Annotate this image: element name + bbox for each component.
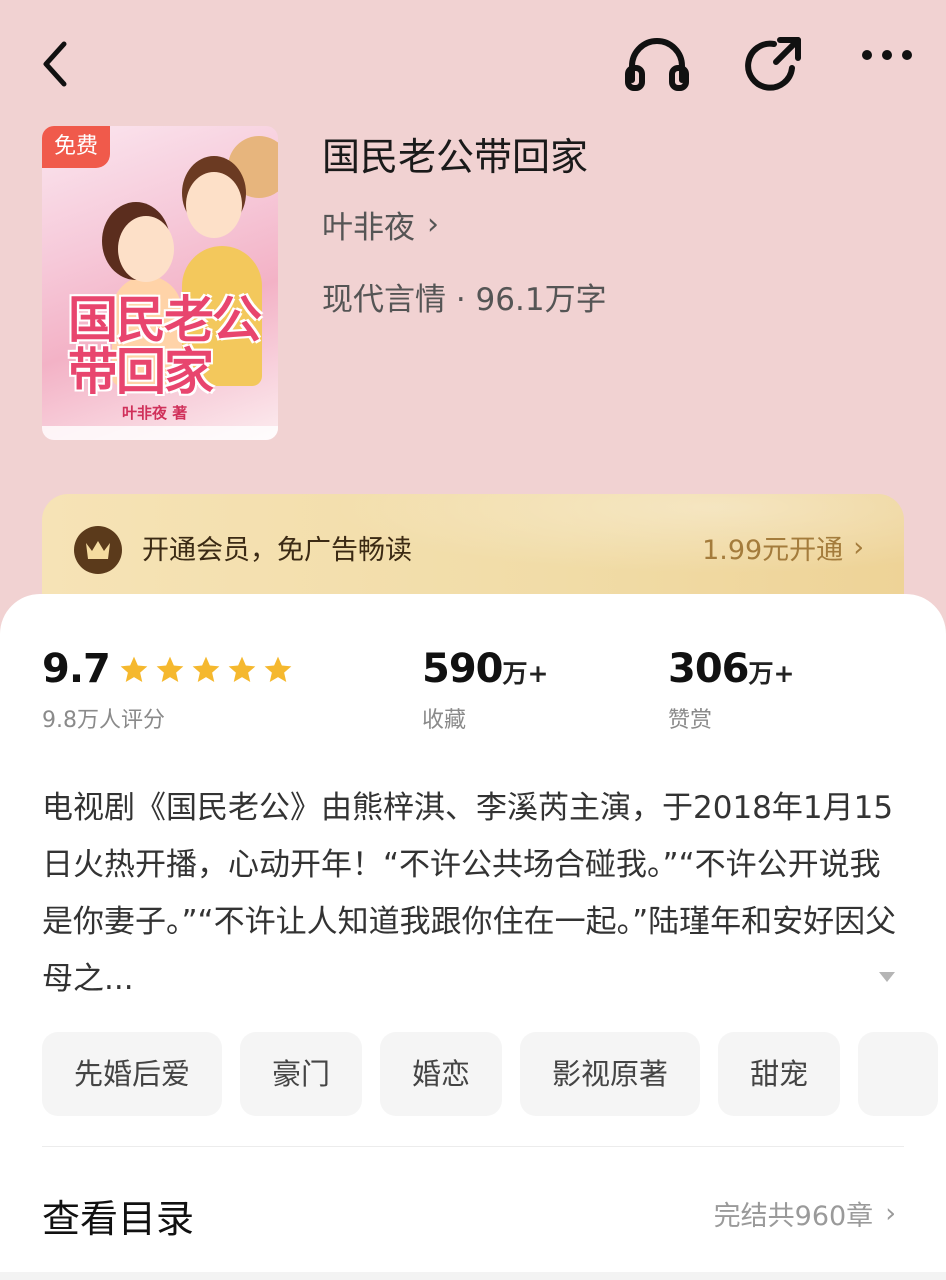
tag-chip[interactable]: 豪门 (240, 1032, 363, 1116)
free-badge: 免费 (42, 126, 111, 168)
chevron-right-icon: › (853, 532, 864, 563)
tag-chip[interactable]: 婚恋 (380, 1032, 503, 1116)
collect-label: 收藏 (422, 708, 467, 733)
collect-stat: 590万+ 收藏 (422, 646, 548, 734)
tag-chip[interactable]: 影视原著 (520, 1032, 701, 1116)
catalog-link[interactable]: 完结共960章 › (714, 1194, 896, 1233)
reward-label: 赞赏 (668, 708, 713, 733)
book-meta: 现代言情 · 96.1万字 (322, 282, 607, 318)
cover-title-art: 国民老公带回家 (68, 290, 262, 401)
reward-unit: 万+ (748, 659, 795, 688)
divider (42, 1146, 904, 1147)
star-icon (228, 656, 256, 682)
chevron-right-icon: › (885, 1198, 896, 1229)
rating-stars (118, 654, 294, 686)
author-name: 叶非夜 (322, 210, 415, 246)
cover-boy-head-art (186, 172, 242, 238)
cover-bottom-strip (42, 426, 278, 440)
reward-value: 306 (668, 646, 749, 692)
rating-count: 9.8万人评分 (42, 708, 165, 733)
vip-open-button[interactable]: 1.99元开通 › (702, 528, 864, 567)
tag-chip[interactable]: 甜宠 (718, 1032, 841, 1116)
tag-chip[interactable]: 先婚后爱 (42, 1032, 223, 1116)
book-description[interactable]: 电视剧《国民老公》由熊梓淇、李溪芮主演，于2018年1月15日火热开播，心动开年… (42, 780, 902, 1008)
star-icon (120, 656, 148, 682)
share-icon[interactable] (744, 34, 804, 94)
reward-stat: 306万+ 赞赏 (668, 646, 794, 734)
vip-text: 开通会员，免广告畅读 (142, 535, 412, 566)
bottom-bar (0, 1272, 946, 1280)
rating-value: 9.7 (42, 646, 111, 692)
collect-value: 590 (422, 646, 503, 692)
catalog-title[interactable]: 查看目录 (42, 1188, 194, 1243)
more-icon[interactable] (860, 48, 914, 62)
book-cover[interactable]: 国民老公带回家 叶非夜 著 免费 (42, 126, 278, 440)
tag-chip-partial[interactable] (858, 1032, 939, 1116)
star-icon (192, 656, 220, 682)
back-icon[interactable] (36, 38, 76, 90)
crown-icon (74, 526, 122, 574)
detail-card: 9.7 9.8万人评分 590万+ 收藏 306万+ 赞赏 电视剧《国民老公》由… (0, 594, 946, 1280)
star-icon (264, 656, 292, 682)
star-icon (156, 656, 184, 682)
collect-unit: 万+ (502, 659, 549, 688)
top-bar (0, 0, 946, 130)
headphones-icon[interactable] (624, 36, 690, 92)
expand-triangle-icon[interactable] (878, 968, 896, 987)
tag-list: 先婚后爱 豪门 婚恋 影视原著 甜宠 (42, 1032, 946, 1116)
book-title: 国民老公带回家 (322, 135, 589, 179)
cover-author-art: 叶非夜 著 (122, 404, 188, 422)
rating-stat: 9.7 9.8万人评分 (42, 646, 292, 734)
chevron-right-icon: › (427, 207, 439, 242)
cover-girl-head-art (118, 216, 174, 282)
chapter-count: 完结共960章 (713, 1201, 874, 1232)
author-link[interactable]: 叶非夜 › (322, 202, 439, 247)
vip-price: 1.99元开通 (702, 535, 844, 566)
